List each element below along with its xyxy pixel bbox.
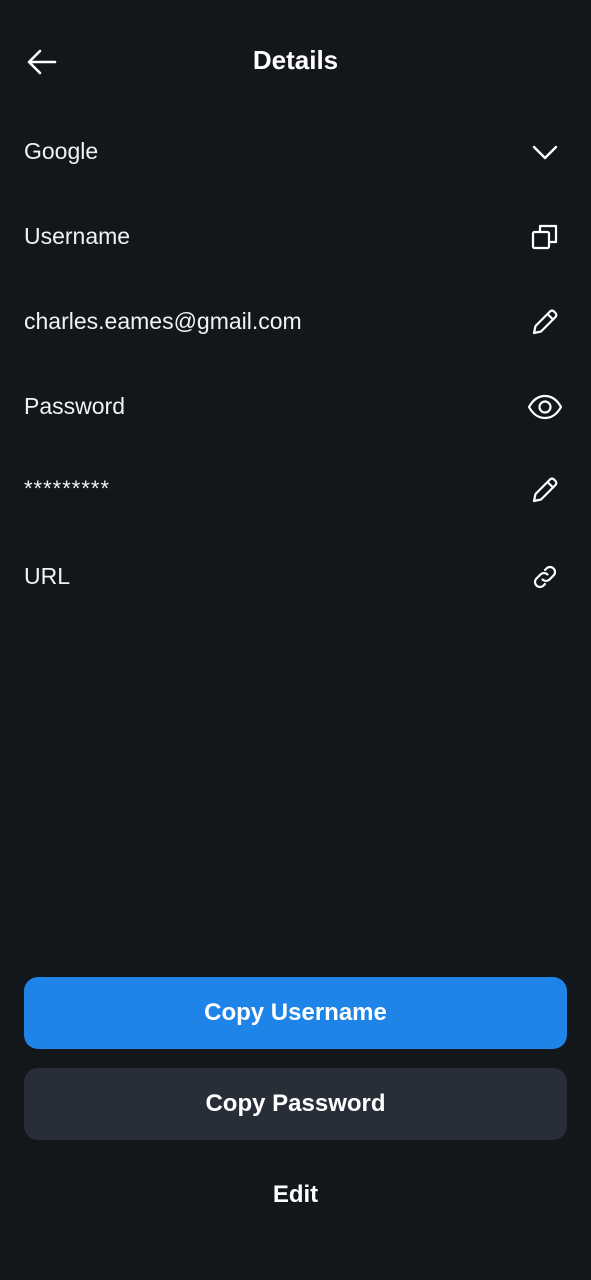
pencil-icon xyxy=(532,477,558,503)
username-value: charles.eames@gmail.com xyxy=(24,308,302,334)
url-label: URL xyxy=(24,563,71,589)
app-header: Details xyxy=(0,0,591,120)
username-label-row: Username xyxy=(0,207,591,267)
password-label-row: Password xyxy=(0,377,591,437)
account-dropdown-button[interactable] xyxy=(524,132,566,172)
password-value: ********* xyxy=(24,476,111,501)
copy-username-icon-button[interactable] xyxy=(524,217,566,257)
edit-username-button[interactable] xyxy=(524,302,566,342)
copy-icon xyxy=(531,224,558,250)
password-label: Password xyxy=(24,393,125,419)
eye-icon xyxy=(527,394,563,420)
password-value-row: ********* xyxy=(0,460,591,520)
copy-username-button[interactable]: Copy Username xyxy=(24,977,567,1049)
username-value-row: charles.eames@gmail.com xyxy=(0,292,591,352)
page-title: Details xyxy=(252,45,339,75)
account-name: Google xyxy=(24,138,99,164)
edit-button[interactable]: Edit xyxy=(0,1180,591,1210)
chevron-down-icon xyxy=(532,145,558,160)
username-label: Username xyxy=(24,223,131,249)
toggle-password-visibility-button[interactable] xyxy=(524,387,566,427)
url-row: URL xyxy=(0,547,591,607)
link-icon xyxy=(533,565,557,589)
copy-password-button[interactable]: Copy Password xyxy=(24,1068,567,1140)
edit-password-button[interactable] xyxy=(524,470,566,510)
pencil-icon xyxy=(532,309,558,335)
account-selector-row[interactable]: Google xyxy=(0,122,591,182)
open-url-button[interactable] xyxy=(524,557,566,597)
